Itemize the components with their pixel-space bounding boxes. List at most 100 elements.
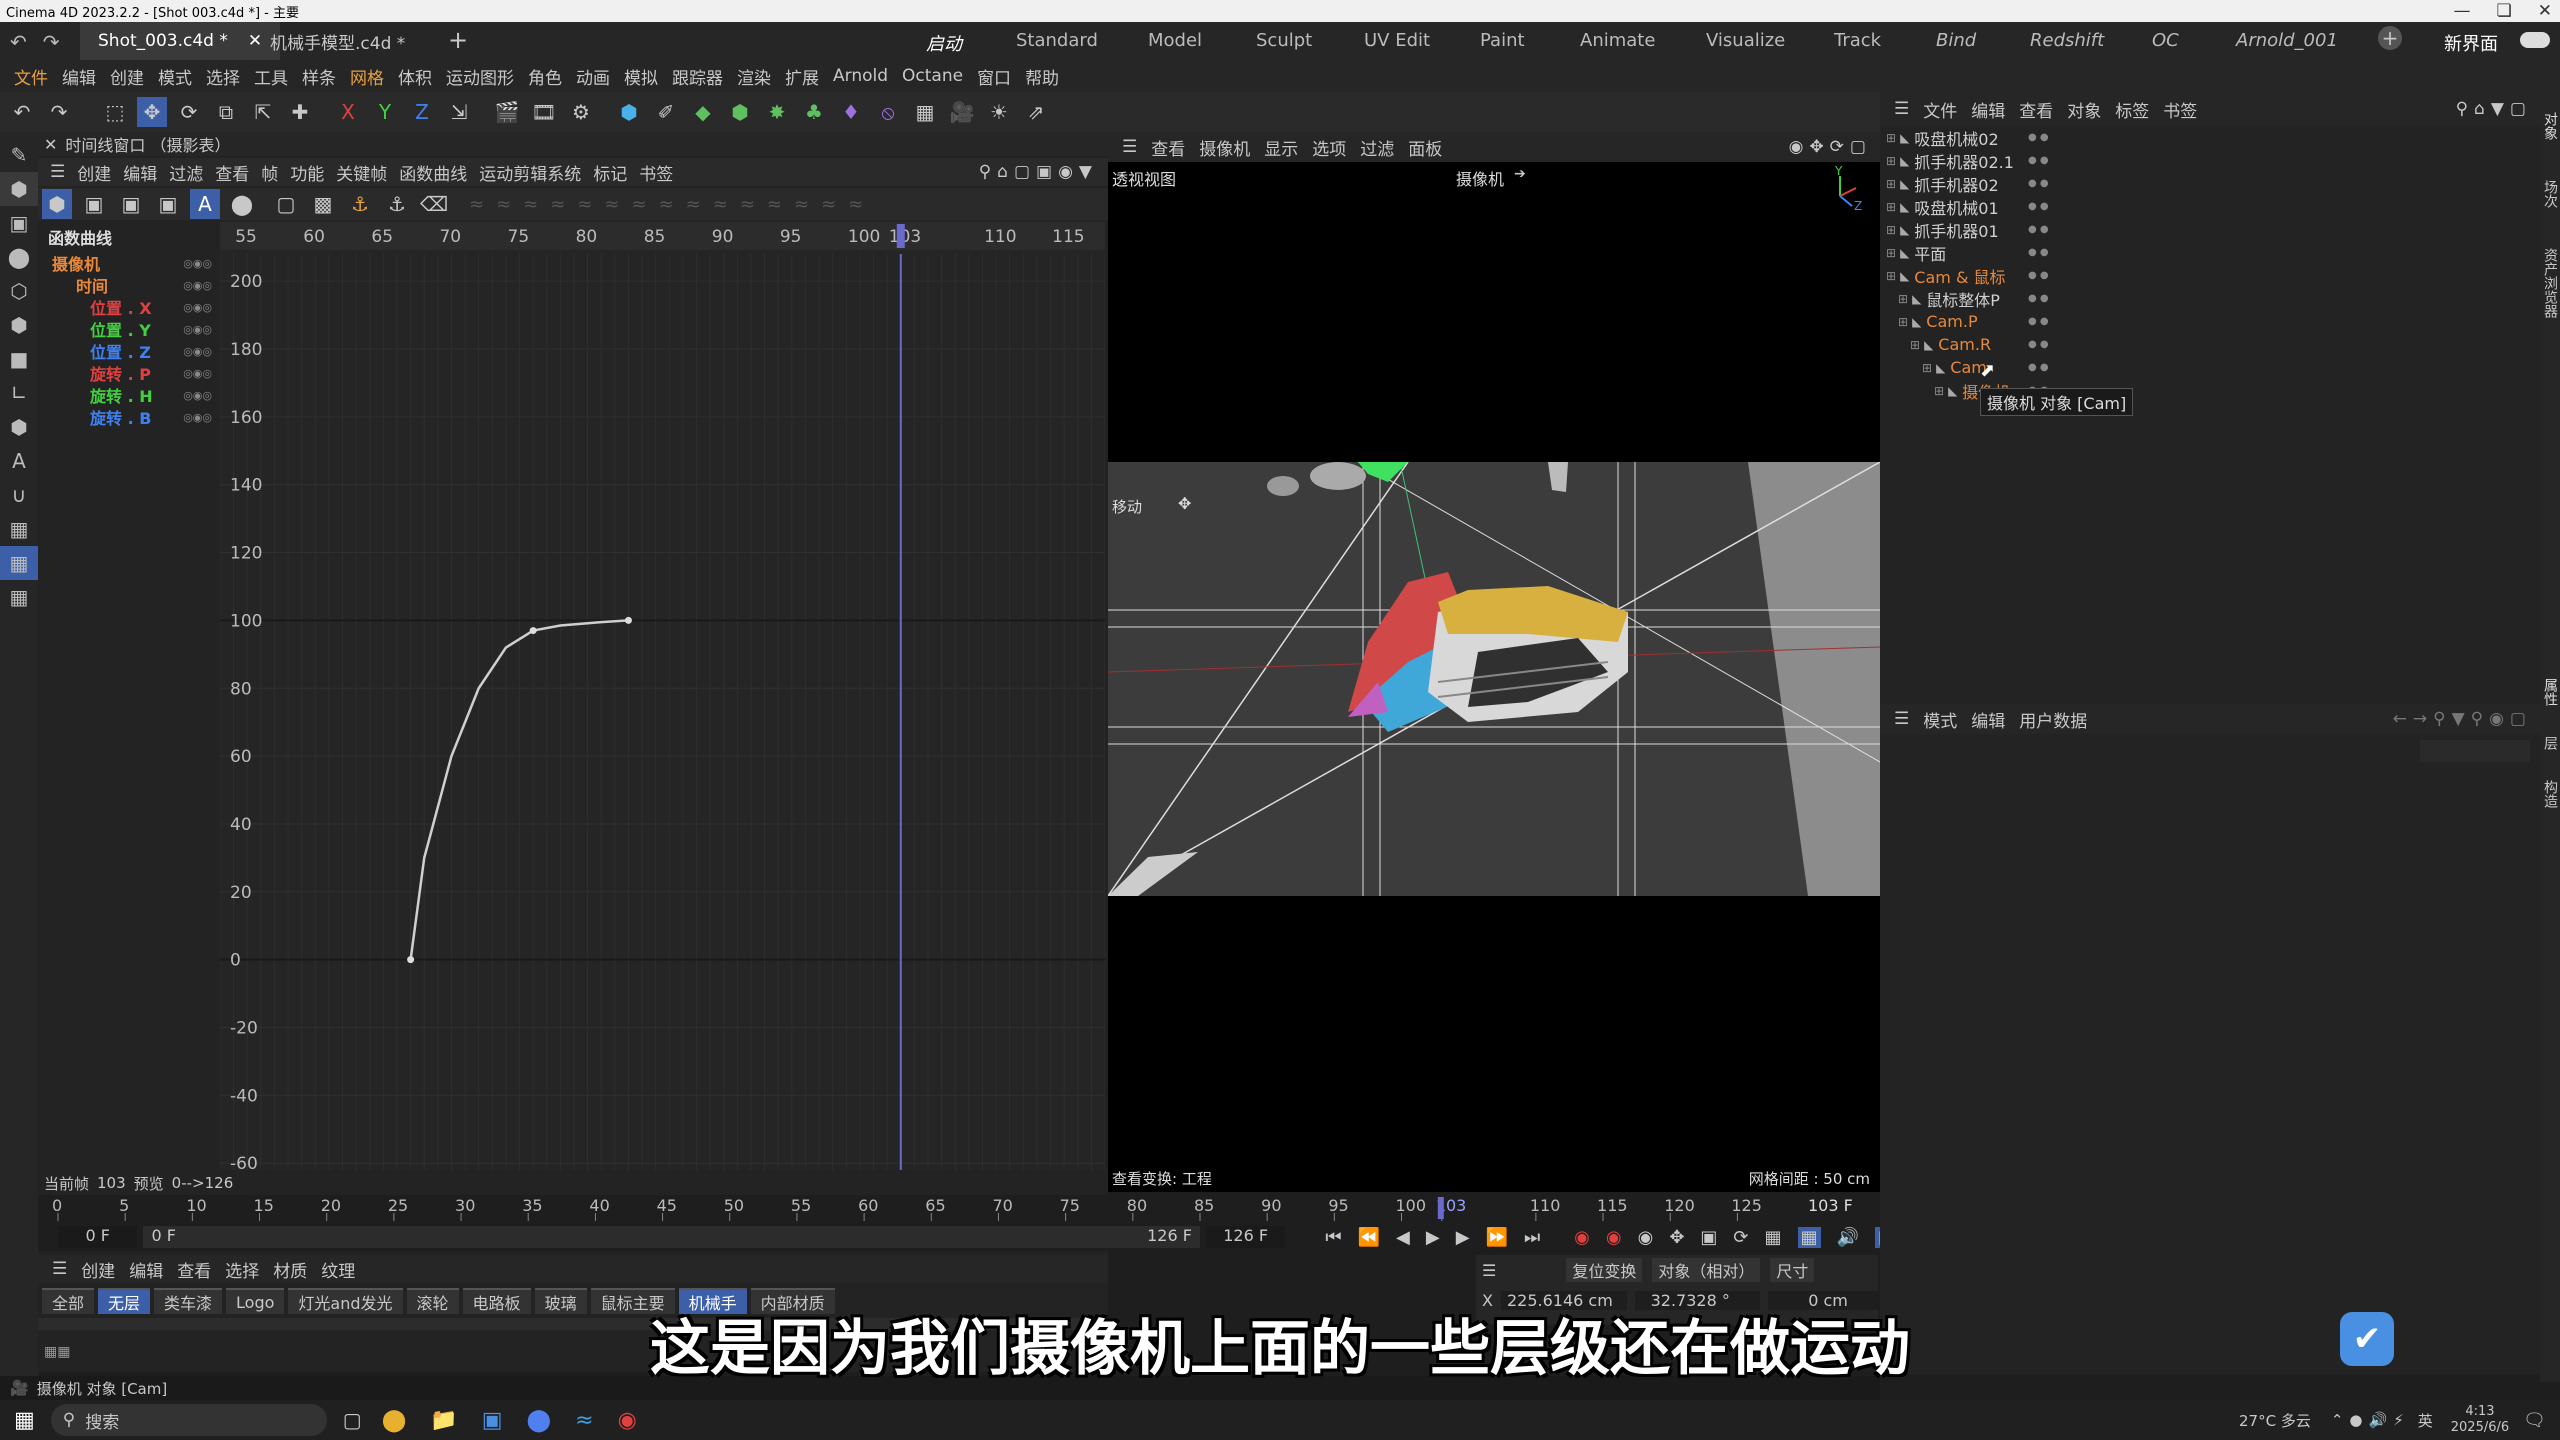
key-param-icon[interactable]: ▦ [1765,1227,1782,1248]
hamburger-icon[interactable]: ☰ [52,1259,67,1279]
tl-menu-markers[interactable]: 标记 [593,160,627,185]
app-icon[interactable]: ≈ [575,1408,593,1433]
curve-tools-icons[interactable]: ≈≈≈≈≈≈≈≈≈≈≈≈≈≈≈ [469,194,875,215]
side-tab-attributes[interactable]: 属性 [2540,678,2560,706]
menu-tools[interactable]: 工具 [254,64,288,89]
guide-icon[interactable]: ▦ [0,546,38,580]
hamburger-icon[interactable]: ☰ [1122,137,1137,157]
minimize-icon[interactable]: — [2454,1,2471,21]
toggle-switch[interactable] [2520,32,2550,48]
side-tab-structure[interactable]: 构造 [2540,780,2560,808]
store-icon[interactable]: ▣ [482,1408,503,1433]
scale-icon[interactable]: ⧉ [211,97,241,127]
transform-icon[interactable]: ⇱ [248,97,278,127]
menu-render[interactable]: 渲染 [737,64,771,89]
layout-tab-track[interactable]: Track [1834,30,1881,51]
timeline-view-icons[interactable]: ⚲⌂▢▣◉▼ [979,162,1098,182]
track-visibility-icon[interactable]: ◎◉◎ [183,367,212,380]
hamburger-icon[interactable]: ☰ [50,162,65,182]
tray-icons[interactable]: ⌃●🔊⚡ [2331,1411,2410,1429]
menu-edit[interactable]: 编辑 [62,64,96,89]
ruler-playhead[interactable] [1437,1197,1444,1219]
pencil-icon[interactable]: ✎ [0,138,38,172]
om-menu-tags[interactable]: 标签 [2115,97,2149,122]
viewport-nav-icons[interactable]: ◉✥⟳▢ [1789,137,1872,157]
camera-link-icon[interactable]: ➔ [1514,166,1526,182]
expand-icon[interactable]: ⊞ [1898,292,1908,306]
range-slider[interactable]: 0 F 126 F [143,1226,1200,1248]
add-layout-icon[interactable]: + [2378,26,2402,50]
expand-icon[interactable]: ⊞ [1922,361,1932,375]
am-menu-mode[interactable]: 模式 [1923,707,1957,732]
visibility-dots-icon[interactable]: ● ● [2028,132,2049,143]
layout-tab-bind[interactable]: Bind [1936,30,1976,51]
deformer-icon[interactable]: ♦ [836,97,866,127]
auto-mode-icon[interactable]: A [190,189,220,219]
expand-icon[interactable]: ⊞ [1886,269,1896,283]
prev-key-icon[interactable]: ⏪ [1358,1227,1380,1248]
menu-mesh[interactable]: 网格 [350,64,384,89]
coord-system-icon[interactable]: ⇲ [444,97,474,127]
camera-icon[interactable]: 🎥 [947,97,977,127]
dopesheet-icon[interactable]: ▣ [79,189,109,219]
tl-menu-fcurve[interactable]: 函数曲线 [399,160,467,185]
timeline-mode-icon[interactable]: ▣ [116,189,146,219]
visibility-dots-icon[interactable]: ● ● [2028,178,2049,189]
doc-tab-model[interactable]: 机械手模型.c4d * [252,22,423,60]
vp-menu-display[interactable]: 显示 [1264,135,1298,160]
side-tab-assets[interactable]: 资产浏览器 [2540,248,2560,318]
chrome-icon[interactable]: ⬤ [382,1408,407,1433]
maximize-icon[interactable]: ❏ [2497,1,2512,21]
object-tree-item[interactable]: ⊞ ◣ 抓手机器02.1 ● ● [1880,149,2540,172]
menu-arnold[interactable]: Arnold [833,66,888,86]
object-tree-item[interactable]: ⊞ ◣ Cam ● ● [1880,356,2540,379]
next-frame-icon[interactable]: ▶ [1456,1227,1470,1248]
fcurve-track-item[interactable]: 旋转 . B ◎◉◎ [38,406,220,428]
pen-icon[interactable]: ✐ [651,97,681,127]
recorder-icon[interactable]: ◉ [618,1408,637,1433]
layout-tab-arnold[interactable]: Arnold_001 [2236,30,2338,51]
sphere-icon[interactable]: ⬤ [227,189,257,219]
y-axis-icon[interactable]: Y [370,97,400,127]
clock[interactable]: 4:13 2025/6/6 [2451,1404,2509,1436]
axis-icon[interactable]: ✚ [285,97,315,127]
side-tab-takes[interactable]: 场次 [2540,180,2560,208]
menu-volume[interactable]: 体积 [398,64,432,89]
key-add-icon[interactable]: ⚓ [382,189,412,219]
fcurve-track-item[interactable]: 时间 ◎◉◎ [38,274,220,296]
tl-menu-bookmarks[interactable]: 书签 [639,160,673,185]
go-end-icon[interactable]: ⏭ [1524,1227,1540,1248]
menu-spline[interactable]: 样条 [302,64,336,89]
axis-mode-icon[interactable]: ∟ [0,376,38,410]
frame-selected-icon[interactable]: ▩ [308,189,338,219]
menu-file[interactable]: 文件 [14,64,48,89]
search-box[interactable]: ⚲ 搜索 [50,1404,327,1436]
key-pos-icon[interactable]: ✥ [1669,1227,1684,1248]
task-view-icon[interactable]: ▢ [343,1408,362,1432]
new-ui-button[interactable]: 新界面 [2444,30,2498,56]
play-icon[interactable]: ▶ [1426,1227,1440,1248]
object-tree-item[interactable]: ⊞ ◣ 吸盘机械02 ● ● [1880,126,2540,149]
om-menu-view[interactable]: 查看 [2019,97,2053,122]
subdivision-icon[interactable]: ⬢ [725,97,755,127]
menu-mode[interactable]: 模式 [158,64,192,89]
object-tree-item[interactable]: ⊞ ◣ 抓手机器01 ● ● [1880,218,2540,241]
menu-animate[interactable]: 动画 [576,64,610,89]
object-tree-item[interactable]: ⊞ ◣ 抓手机器02 ● ● [1880,172,2540,195]
render-settings-icon[interactable]: ⚙ [566,97,596,127]
fcurve-track-item[interactable]: 位置 . X ◎◉◎ [38,296,220,318]
timeline-ruler[interactable]: 0 5 10 15 20 25 30 35 40 45 50 55 60 65 70 75 80 85 90 95 10… [38,1195,1878,1221]
key-pla-icon[interactable]: ▦ [1797,1226,1821,1248]
autokey-icon[interactable]: ◉ [1606,1227,1622,1248]
undo-icon[interactable]: ↶ [10,30,27,54]
visibility-dots-icon[interactable]: ● ● [2028,155,2049,166]
tl-menu-edit[interactable]: 编辑 [123,160,157,185]
hamburger-icon[interactable]: ☰ [1482,1261,1496,1280]
redo-icon[interactable]: ↷ [43,30,60,54]
expand-icon[interactable]: ⊞ [1886,154,1896,168]
go-start-icon[interactable]: ⏮ [1325,1227,1341,1248]
vp-menu-panel[interactable]: 面板 [1408,135,1442,160]
layout-tab-sculpt[interactable]: Sculpt [1256,30,1312,51]
visibility-dots-icon[interactable]: ● ● [2028,201,2049,212]
uv-mode-icon[interactable]: ■ [0,342,38,376]
